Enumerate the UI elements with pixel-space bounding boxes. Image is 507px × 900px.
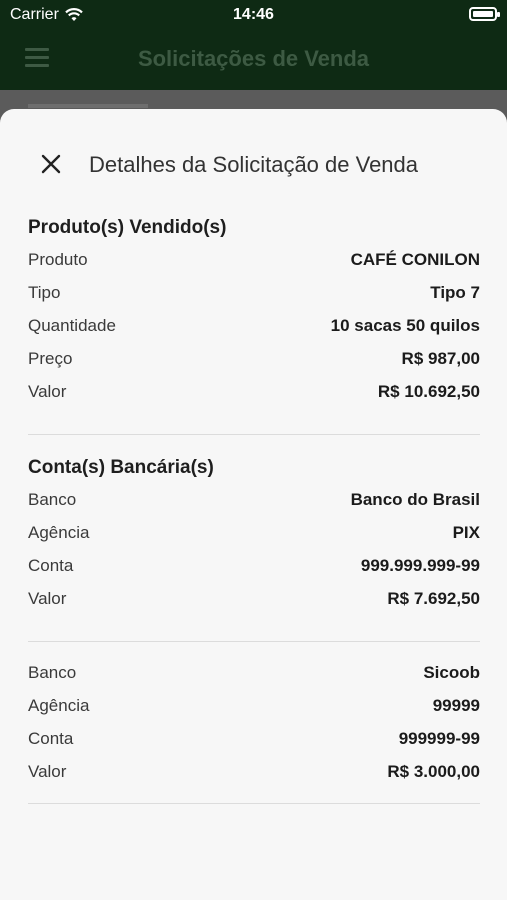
- detail-row-banco: Banco Sicoob: [28, 663, 480, 696]
- detail-row-conta: Conta 999999-99: [28, 729, 480, 762]
- detail-row-valor: Valor R$ 3.000,00: [28, 762, 480, 795]
- detail-row-valor: Valor R$ 10.692,50: [28, 382, 480, 415]
- row-value: PIX: [452, 523, 480, 542]
- row-value: CAFÉ CONILON: [350, 250, 480, 269]
- status-time: 14:46: [233, 6, 274, 23]
- close-button[interactable]: [36, 149, 66, 179]
- sheet-title: Detalhes da Solicitação de Venda: [89, 152, 419, 177]
- row-label: Banco: [28, 490, 77, 509]
- row-value: 999.999.999-99: [360, 556, 480, 575]
- app-title: Solicitações de Venda: [137, 46, 370, 71]
- products-section: Produto(s) Vendido(s) Produto CAFÉ CONIL…: [28, 217, 480, 415]
- account-divider: [28, 803, 480, 804]
- detail-row-quantidade: Quantidade 10 sacas 50 quilos: [28, 316, 480, 349]
- row-label: Banco: [28, 663, 77, 682]
- row-value: R$ 987,00: [401, 349, 480, 368]
- bank-accounts-section: Conta(s) Bancária(s) Banco Banco do Bras…: [28, 457, 480, 622]
- detail-row-valor: Valor R$ 7.692,50: [28, 589, 480, 622]
- row-value: 10 sacas 50 quilos: [330, 316, 480, 335]
- row-label: Conta: [28, 556, 74, 575]
- row-value: Sicoob: [423, 663, 480, 682]
- row-label: Valor: [28, 762, 67, 781]
- battery-icon: [469, 7, 500, 21]
- row-label: Conta: [28, 729, 74, 748]
- row-value: R$ 10.692,50: [377, 382, 480, 401]
- app-bar: Carrier 14:46 Solicitações de Venda: [0, 0, 507, 90]
- detail-row-produto: Produto CAFÉ CONILON: [28, 250, 480, 283]
- row-label: Preço: [28, 349, 73, 368]
- details-sheet: Detalhes da Solicitação de Venda Produto…: [0, 109, 507, 900]
- row-label: Quantidade: [28, 316, 116, 335]
- bank-account-2: Banco Sicoob Agência 99999 Conta 999999-…: [28, 663, 480, 795]
- bank-accounts-heading: Conta(s) Bancária(s): [28, 457, 214, 478]
- row-label: Tipo: [28, 283, 61, 302]
- sheet-header: Detalhes da Solicitação de Venda: [0, 149, 507, 185]
- detail-row-tipo: Tipo Tipo 7: [28, 283, 480, 316]
- row-label: Agência: [28, 523, 90, 542]
- detail-row-banco: Banco Banco do Brasil: [28, 490, 480, 523]
- background-tab-indicator: [28, 104, 148, 108]
- row-label: Valor: [28, 589, 67, 608]
- row-label: Valor: [28, 382, 67, 401]
- detail-row-agencia: Agência 99999: [28, 696, 480, 729]
- close-icon: [41, 154, 61, 174]
- row-value: 99999: [432, 696, 480, 715]
- section-divider: [28, 434, 480, 435]
- detail-row-agencia: Agência PIX: [28, 523, 480, 556]
- row-value: 999999-99: [398, 729, 480, 748]
- products-heading: Produto(s) Vendido(s): [28, 217, 227, 238]
- row-value: Banco do Brasil: [350, 490, 480, 509]
- status-bar: Carrier 14:46: [0, 0, 507, 30]
- account-divider: [28, 641, 480, 642]
- detail-row-preco: Preço R$ 987,00: [28, 349, 480, 382]
- row-value: Tipo 7: [430, 283, 480, 302]
- row-value: R$ 7.692,50: [387, 589, 480, 608]
- row-label: Agência: [28, 696, 90, 715]
- row-label: Produto: [28, 250, 88, 269]
- detail-row-conta: Conta 999.999.999-99: [28, 556, 480, 589]
- row-value: R$ 3.000,00: [387, 762, 480, 781]
